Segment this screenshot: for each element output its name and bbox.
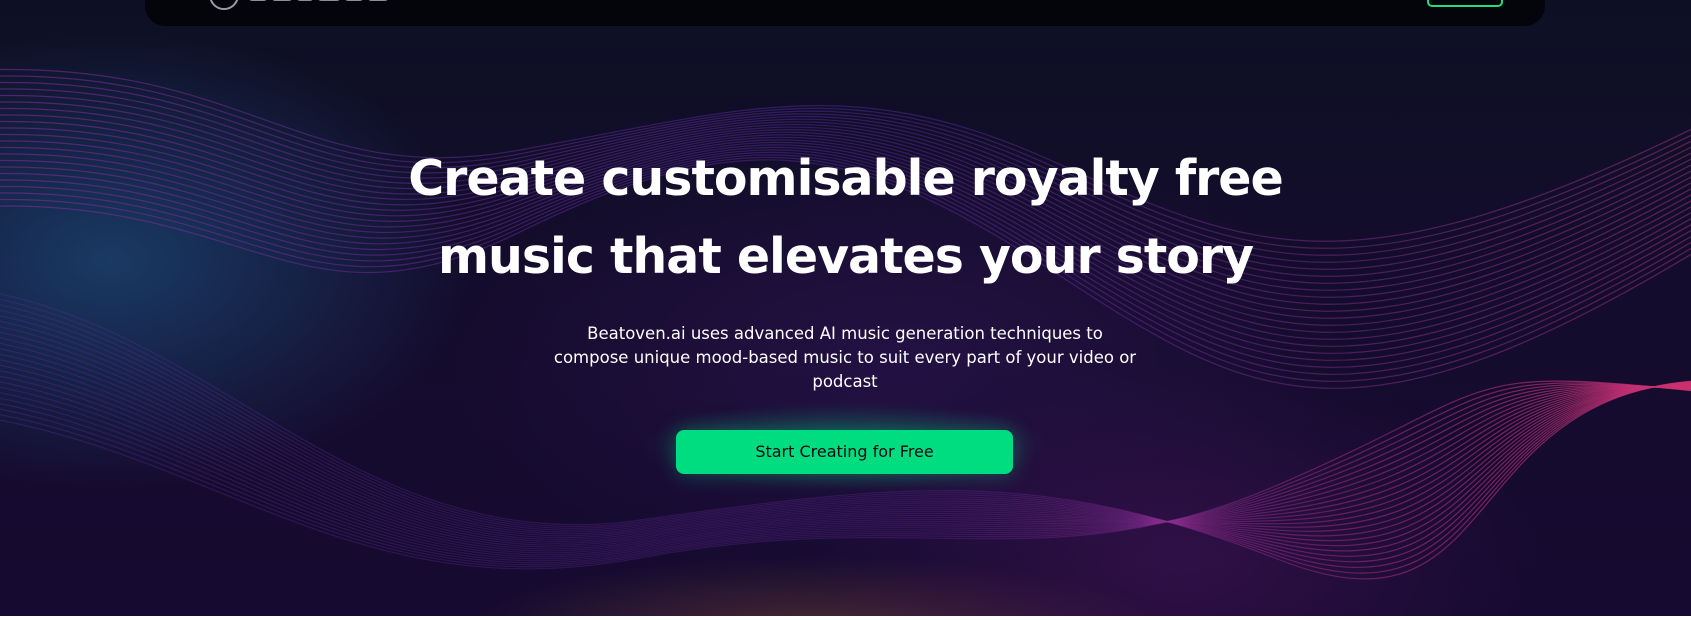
hero-headline: Create customisable royalty free music t… [0, 140, 1691, 296]
landing-page: Create customisable royalty free music t… [0, 0, 1691, 620]
headline-line-1: Create customisable royalty free [408, 150, 1284, 207]
headline-line-2: music that elevates your story [437, 228, 1254, 285]
beatoven-logo-icon[interactable] [209, 0, 239, 10]
hero-description: Beatoven.ai uses advanced AI music gener… [553, 324, 1137, 391]
hero-section: Create customisable royalty free music t… [0, 0, 1691, 616]
nav-cta-button[interactable] [1427, 0, 1503, 7]
top-navbar [145, 0, 1545, 26]
wave-background [0, 68, 1691, 580]
page-bottom-edge [0, 616, 1691, 620]
start-creating-button[interactable]: Start Creating for Free [676, 430, 1013, 474]
